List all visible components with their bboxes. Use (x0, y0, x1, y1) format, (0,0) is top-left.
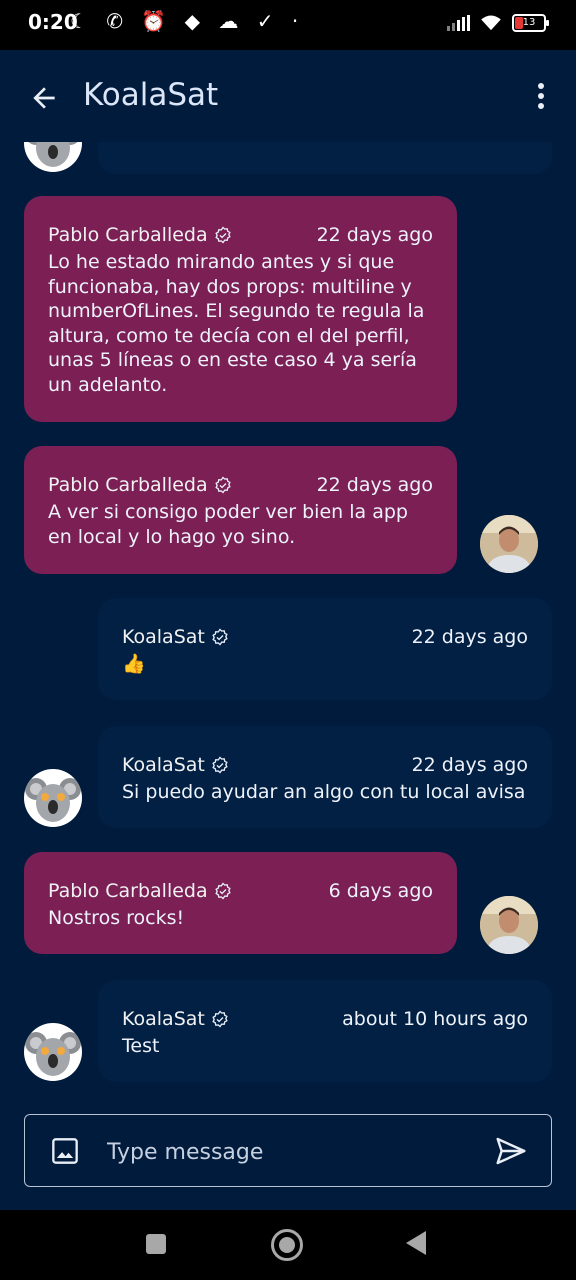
verified-badge-icon (214, 226, 231, 244)
image-icon[interactable] (51, 1137, 79, 1165)
message-author: Pablo Carballeda (48, 224, 208, 246)
koala-avatar (24, 1023, 82, 1081)
send-icon[interactable] (493, 1135, 529, 1167)
koala-avatar (24, 769, 82, 827)
message-text: 👍 (122, 653, 146, 675)
message-author: Pablo Carballeda (48, 880, 208, 902)
status-bar: 0:20 ☾ ✆ ⏰ ◆ ☁ ✓ · 13 (0, 0, 576, 50)
wifi-icon (481, 15, 501, 31)
verified-badge-icon (214, 882, 231, 900)
message-text: Lo he estado mirando antes y si que func… (48, 251, 425, 396)
verified-badge-icon (214, 476, 231, 494)
message-time: 22 days ago (411, 626, 528, 648)
status-notification-icons: ☾ ✆ ⏰ ◆ ☁ ✓ · (70, 9, 305, 33)
system-nav-bar (0, 1210, 576, 1280)
message-text: A ver si consigo poder ver bien la app e… (48, 501, 408, 548)
message-time: about 10 hours ago (342, 1008, 528, 1030)
message-author: KoalaSat (122, 626, 205, 648)
message-text: Test (122, 1035, 160, 1057)
message-time: 22 days ago (411, 754, 528, 776)
message-bubble-partial (98, 142, 552, 174)
message-author: Pablo Carballeda (48, 474, 208, 496)
message-composer (24, 1114, 552, 1187)
status-system-icons: 13 (447, 14, 549, 32)
message-bubble[interactable]: KoalaSat about 10 hours ago Test (98, 980, 552, 1082)
verified-badge-icon (212, 628, 228, 646)
message-bubble[interactable]: Pablo Carballeda 22 days ago A ver si co… (24, 446, 457, 574)
page-title: KoalaSat (83, 77, 219, 113)
message-text: Si puedo ayudar an algo con tu local avi… (122, 781, 526, 803)
pablo-avatar (480, 896, 538, 954)
verified-badge-icon (212, 756, 228, 774)
app-bar: KoalaSat (0, 50, 576, 142)
back-triangle-icon[interactable] (406, 1231, 426, 1255)
pablo-avatar (480, 515, 538, 573)
message-time: 22 days ago (316, 224, 433, 246)
signal-icon (447, 15, 470, 31)
home-icon[interactable] (271, 1229, 303, 1261)
chat-list[interactable]: Pablo Carballeda 22 days ago Lo he estad… (0, 142, 576, 1090)
koala-avatar (24, 142, 82, 172)
more-vertical-icon[interactable] (536, 83, 546, 111)
message-time: 22 days ago (316, 474, 433, 496)
message-time: 6 days ago (328, 880, 433, 902)
message-bubble[interactable]: KoalaSat 22 days ago Si puedo ayudar an … (98, 726, 552, 828)
message-bubble[interactable]: Pablo Carballeda 22 days ago Lo he estad… (24, 196, 457, 422)
recent-apps-icon[interactable] (146, 1234, 166, 1254)
message-input[interactable] (105, 1129, 479, 1175)
message-author: KoalaSat (122, 1008, 205, 1030)
message-text: Nostros rocks! (48, 907, 185, 929)
battery-level: 13 (522, 17, 536, 28)
message-bubble[interactable]: KoalaSat 22 days ago 👍 (98, 598, 552, 700)
message-bubble[interactable]: Pablo Carballeda 6 days ago Nostros rock… (24, 852, 457, 954)
verified-badge-icon (212, 1010, 228, 1028)
back-arrow-icon[interactable] (28, 82, 60, 114)
battery-icon: 13 (512, 14, 549, 32)
message-author: KoalaSat (122, 754, 205, 776)
